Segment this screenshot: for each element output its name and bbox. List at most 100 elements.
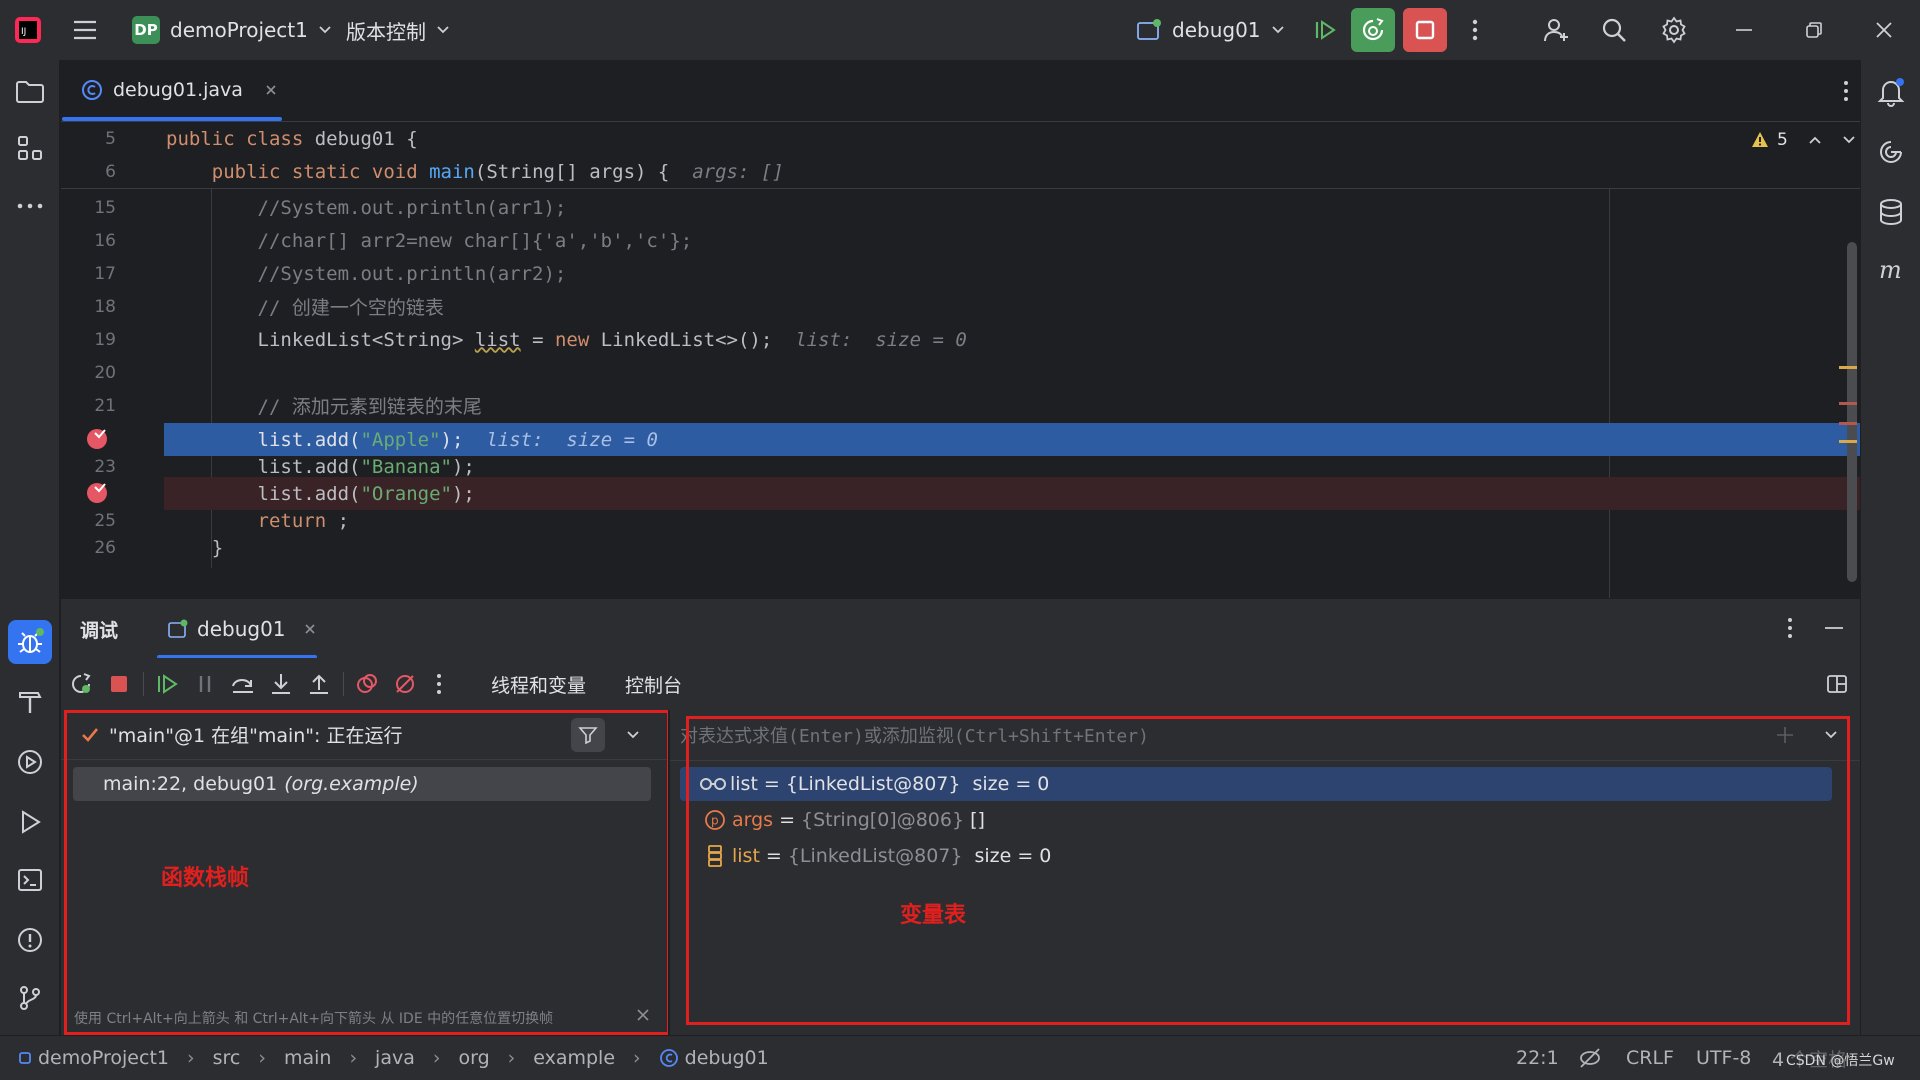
database-icon [1880, 199, 1902, 226]
restore-window-button[interactable] [1794, 10, 1834, 50]
minimize-window-button[interactable] [1724, 10, 1764, 50]
stop-button[interactable] [1403, 8, 1447, 52]
main-menu-button[interactable] [72, 0, 98, 60]
code-line: 5 public class debug01 { [61, 122, 1860, 155]
search-button[interactable] [1594, 10, 1634, 50]
view-breakpoints-button[interactable] [351, 668, 383, 700]
database-tool-button[interactable] [1871, 192, 1911, 232]
ide-logo: IJ [14, 0, 42, 60]
left-tool-strip [0, 60, 60, 1035]
build-tool-button[interactable] [10, 682, 50, 722]
pause-icon [199, 676, 211, 692]
editor-tab-debug01[interactable]: debug01.java [61, 60, 281, 120]
hide-panel-button[interactable] [1817, 611, 1851, 645]
code-line: 17 //System.out.println(arr2); [61, 257, 1860, 290]
editor-scrollbar[interactable] [1847, 242, 1857, 582]
chevron-down-icon[interactable] [1842, 135, 1856, 145]
more-debug-actions-button[interactable] [427, 668, 451, 700]
debug-rerun-icon [1362, 18, 1384, 41]
code-line: 6 public static void main(String[] args)… [61, 155, 1860, 188]
tab-threads-variables[interactable]: 线程和变量 [491, 658, 586, 710]
project-selector[interactable]: DP demoProject1 [132, 0, 332, 60]
hammer-icon [19, 692, 42, 713]
more-actions-button[interactable] [1460, 10, 1490, 50]
line-separator[interactable]: CRLF [1626, 1047, 1674, 1069]
layout-settings-button[interactable] [1821, 668, 1853, 700]
step-into-button[interactable] [265, 668, 297, 700]
breadcrumb-item[interactable]: main [284, 1047, 331, 1069]
project-name: demoProject1 [170, 18, 308, 42]
no-inspections-icon[interactable] [1578, 1047, 1602, 1069]
run-tool-button[interactable] [10, 802, 50, 842]
step-over-button[interactable] [227, 668, 259, 700]
project-badge: DP [132, 16, 160, 44]
session-tab-label: debug01 [197, 617, 286, 641]
settings-button[interactable] [1654, 10, 1694, 50]
problems-tool-button[interactable] [10, 920, 50, 960]
add-user-button[interactable] [1536, 10, 1576, 50]
breadcrumb-item[interactable]: debug01 [685, 1047, 769, 1069]
rerun-debug-button[interactable] [65, 668, 97, 700]
title-bar: IJ DP demoProject1 版本控制 debug01 [0, 0, 1920, 60]
caret-position[interactable]: 22:1 [1516, 1047, 1559, 1069]
line-number: 5 [105, 128, 116, 149]
structure-tool-button[interactable] [10, 128, 50, 168]
code-editor[interactable]: 5 public class debug01 { 6 public static… [61, 122, 1860, 598]
vcs-menu[interactable]: 版本控制 [346, 0, 450, 60]
layout-icon [1827, 675, 1847, 693]
breakpoint-stripe-marker [1839, 422, 1857, 425]
resume-program-button[interactable] [151, 668, 183, 700]
close-window-button[interactable] [1864, 10, 1904, 50]
maven-tool-button[interactable]: m [1871, 250, 1911, 290]
debug-tool-button[interactable] [8, 620, 52, 664]
resume-run-button[interactable] [1306, 10, 1346, 50]
chevron-up-icon[interactable] [1808, 135, 1822, 145]
git-tool-button[interactable] [10, 978, 50, 1018]
terminal-tool-button[interactable] [10, 860, 50, 900]
tab-console[interactable]: 控制台 [625, 658, 682, 710]
inspection-widget[interactable]: 5 [1751, 130, 1856, 150]
ai-spiral-icon [1880, 141, 1902, 163]
breadcrumb-item[interactable]: src [213, 1047, 241, 1069]
close-icon[interactable] [265, 84, 277, 96]
services-icon [18, 750, 42, 774]
inline-hint: list: size = 0 [486, 428, 658, 451]
breakpoint-marker[interactable] [85, 427, 109, 451]
java-class-icon [659, 1049, 678, 1067]
breakpoint-marker[interactable] [85, 481, 109, 505]
ai-assistant-button[interactable] [1871, 132, 1911, 172]
close-icon[interactable] [304, 623, 316, 635]
debug-session-tab[interactable]: debug01 [157, 599, 317, 659]
breadcrumb-item[interactable]: demoProject1 [38, 1047, 169, 1069]
file-encoding[interactable]: UTF-8 [1696, 1047, 1751, 1069]
notifications-button[interactable] [1871, 72, 1911, 112]
services-tool-button[interactable] [10, 742, 50, 782]
resume-icon [158, 674, 178, 694]
step-out-button[interactable] [303, 668, 335, 700]
step-out-icon [310, 674, 328, 694]
stop-icon [1415, 20, 1435, 40]
breadcrumb-item[interactable]: java [375, 1047, 415, 1069]
stop-debug-button[interactable] [103, 668, 135, 700]
pause-program-button[interactable] [189, 668, 221, 700]
code-line: 26 } [61, 531, 1860, 564]
debug-tool-window-header: 调试 debug01 [61, 598, 1860, 659]
restore-icon [1806, 22, 1822, 38]
breakpoint-check-icon [87, 483, 107, 503]
project-tool-button[interactable] [10, 72, 50, 112]
breadcrumb-item[interactable]: example [533, 1047, 615, 1069]
run-config-selector[interactable]: debug01 [1136, 0, 1285, 60]
breadcrumb-item[interactable]: org [458, 1047, 489, 1069]
line-number: 18 [94, 296, 116, 317]
app-window-icon [1137, 19, 1161, 40]
editor-tab-menu-button[interactable] [1831, 74, 1861, 108]
more-vertical-icon [1844, 81, 1848, 101]
chevron-down-icon [319, 26, 331, 34]
more-tools-button[interactable] [10, 186, 50, 226]
minimize-icon [1736, 29, 1752, 31]
warning-stripe-marker [1839, 440, 1857, 443]
debug-rerun-button[interactable] [1351, 8, 1395, 52]
debug-options-button[interactable] [1775, 611, 1805, 645]
right-tool-strip: m [1860, 60, 1920, 1035]
mute-breakpoints-button[interactable] [389, 668, 421, 700]
